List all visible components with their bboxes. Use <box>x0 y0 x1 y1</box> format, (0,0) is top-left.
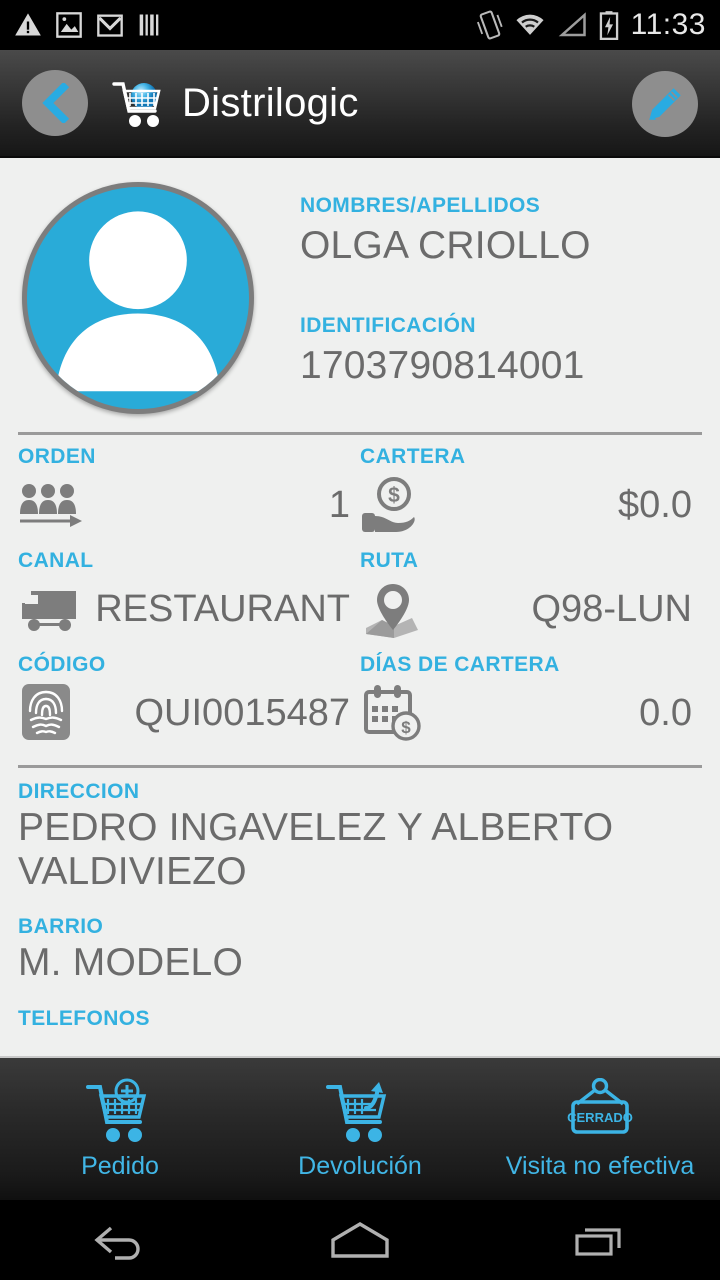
name-label: NOMBRES/APELLIDOS <box>300 194 541 217</box>
action-visita-no-efectiva[interactable]: CERRADO Visita no efectiva <box>480 1077 720 1181</box>
barrio-value: M. MODELO <box>18 941 243 985</box>
nav-back-button[interactable] <box>0 1218 240 1262</box>
fields-row: ORDEN 1 CARTERA $ $0.0 <box>18 435 702 539</box>
shopping-cart-globe-logo <box>112 82 161 127</box>
cart-return-icon <box>326 1081 387 1142</box>
avatar <box>22 182 254 414</box>
status-bar-left-icons <box>14 11 160 39</box>
recents-nav-icon <box>575 1228 621 1256</box>
orden-value: 1 <box>328 483 350 526</box>
image-icon <box>56 12 82 38</box>
action-pedido-label: Pedido <box>81 1151 159 1180</box>
ruta-label: RUTA <box>360 549 419 572</box>
nav-recents-button[interactable] <box>480 1218 720 1262</box>
cartera-value: $0.0 <box>618 483 692 526</box>
address-block: DIRECCION PEDRO INGAVELEZ Y ALBERTO VALD… <box>0 768 720 1031</box>
signal-icon <box>558 12 586 37</box>
codigo-value: QUI0015487 <box>134 691 351 734</box>
direccion-label: DIRECCION <box>18 780 140 803</box>
field-cartera: CARTERA $ $0.0 <box>360 435 702 539</box>
cartera-label: CARTERA <box>360 445 466 468</box>
fingerprint-icon <box>18 682 90 744</box>
field-codigo: CÓDIGO QUI0015487 <box>18 643 360 747</box>
field-dias-cartera: DÍAS DE CARTERA $ 0.0 <box>360 643 702 747</box>
canal-value: RESTAURANT <box>95 587 350 630</box>
hand-money-icon: $ <box>360 475 432 535</box>
canal-label: CANAL <box>18 549 94 572</box>
dias-cartera-value: 0.0 <box>639 691 692 734</box>
field-ruta: RUTA Q98-LUN <box>360 539 702 643</box>
cart-add-icon <box>86 1078 147 1142</box>
app-bar: Distrilogic <box>0 50 720 158</box>
pencil-icon <box>649 88 681 120</box>
calendar-money-icon: $ <box>360 684 432 742</box>
codigo-label: CÓDIGO <box>18 653 106 676</box>
status-bar-clock: 11:33 <box>630 8 706 41</box>
status-bar: 11:33 <box>0 0 720 50</box>
truck-icon <box>18 583 90 635</box>
action-visita-label: Visita no efectiva <box>505 1151 695 1180</box>
id-field: IDENTIFICACIÓN 1703790814001 <box>300 314 591 388</box>
id-value: 1703790814001 <box>300 344 585 387</box>
action-pedido[interactable]: Pedido <box>0 1078 240 1181</box>
cerrado-sign-icon: CERRADO <box>567 1077 633 1134</box>
people-queue-icon <box>18 479 90 531</box>
app-title: Distrilogic <box>182 80 359 125</box>
field-orden: ORDEN 1 <box>18 435 360 539</box>
identity-block: NOMBRES/APELLIDOS OLGA CRIOLLO IDENTIFIC… <box>300 174 591 414</box>
name-field: NOMBRES/APELLIDOS OLGA CRIOLLO <box>300 194 591 268</box>
action-devolucion-label: Devolución <box>298 1151 422 1180</box>
orden-label: ORDEN <box>18 445 96 468</box>
name-value: OLGA CRIOLLO <box>300 224 591 267</box>
customer-detail-content: NOMBRES/APELLIDOS OLGA CRIOLLO IDENTIFIC… <box>0 160 720 1056</box>
cerrado-sign-text: CERRADO <box>567 1110 633 1125</box>
back-nav-icon <box>94 1226 140 1260</box>
system-nav-bar <box>0 1200 720 1280</box>
person-silhouette-icon <box>55 211 221 392</box>
warning-icon <box>15 13 41 36</box>
field-canal: CANAL RESTAURANT <box>18 539 360 643</box>
gmail-icon <box>97 14 123 37</box>
svg-text:$: $ <box>401 718 411 737</box>
edit-button[interactable] <box>632 71 698 137</box>
home-nav-icon <box>331 1222 389 1258</box>
svg-text:$: $ <box>388 484 400 507</box>
ruta-value: Q98-LUN <box>531 587 693 630</box>
vibrate-icon <box>476 10 503 40</box>
app-screen: 11:33 Distrilogic NOMBRES/APELLIDOS OLGA… <box>0 0 720 1280</box>
app-logo <box>110 75 172 131</box>
status-bar-right-icons: 11:33 <box>476 0 706 50</box>
fields-row: CÓDIGO QUI0015487 DÍAS DE CARTERA $ 0.0 <box>18 643 702 747</box>
action-bar: Pedido Devolución CERRADO Visita no efec… <box>0 1056 720 1200</box>
battery-charging-icon <box>599 11 618 40</box>
dias-cartera-label: DÍAS DE CARTERA <box>360 653 560 676</box>
chevron-left-icon <box>42 83 70 123</box>
back-button[interactable] <box>22 70 88 136</box>
barrio-label: BARRIO <box>18 915 104 939</box>
direccion-value: PEDRO INGAVELEZ Y ALBERTO VALDIVIEZO <box>18 806 614 893</box>
map-pin-icon <box>360 578 432 640</box>
wifi-icon <box>516 14 544 35</box>
telefonos-label: TELEFONOS <box>18 1007 150 1031</box>
fields-grid: ORDEN 1 CARTERA $ $0.0 CANAL RESTAURANT … <box>0 435 720 747</box>
nav-home-button[interactable] <box>240 1218 480 1262</box>
action-devolucion[interactable]: Devolución <box>240 1078 480 1181</box>
fields-row: CANAL RESTAURANT RUTA Q98-LUN <box>18 539 702 643</box>
barcode-icon <box>139 14 159 36</box>
id-label: IDENTIFICACIÓN <box>300 314 476 337</box>
customer-header: NOMBRES/APELLIDOS OLGA CRIOLLO IDENTIFIC… <box>0 160 720 414</box>
